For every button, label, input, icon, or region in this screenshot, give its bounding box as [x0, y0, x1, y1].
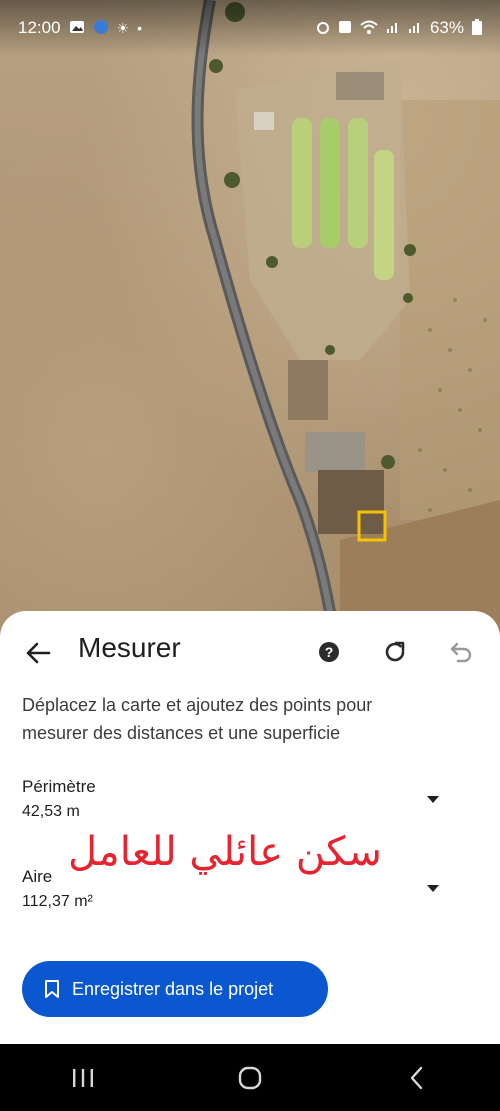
status-time: 12:00 [18, 18, 61, 37]
area-value: 112,37 m² [22, 893, 93, 910]
perimeter-label: Périmètre [22, 777, 96, 796]
arabic-overlay-text: سكن عائلي للعامل [68, 829, 382, 875]
map-imagery [191, 0, 500, 640]
help-icon: ? [319, 642, 339, 662]
navigation-bar [0, 1044, 500, 1111]
signal-icon [386, 20, 400, 36]
home-button[interactable] [220, 1056, 280, 1100]
home-icon [238, 1066, 262, 1089]
save-button-label: Enregistrer dans le projet [72, 978, 274, 999]
greenhouse [348, 118, 368, 248]
alarm-icon [316, 20, 330, 36]
sun-icon: ☀ [116, 20, 130, 36]
perimeter-metric: Périmètre 42,53 m [22, 777, 482, 821]
undo-icon [450, 642, 472, 663]
battery-text: 63% [429, 18, 464, 37]
greenhouse [292, 118, 312, 248]
save-to-project-button[interactable]: Enregistrer dans le projet [22, 961, 328, 1017]
battery-icon [472, 19, 482, 37]
measure-sheet: Mesurer ? Déplacez la carte et ajoutez d… [0, 611, 500, 1044]
status-bar: 12:00 ☀ • 63% [0, 0, 500, 56]
signal-icon [408, 20, 422, 36]
arrow-left-icon [26, 642, 51, 664]
greenhouse [320, 118, 340, 248]
chevron-left-icon [410, 1066, 422, 1089]
perimeter-value: 42,53 m [22, 803, 80, 820]
gallery-icon [69, 20, 85, 36]
help-button[interactable]: ? [314, 637, 344, 667]
perimeter-dropdown-icon[interactable] [426, 795, 440, 805]
back-button[interactable] [20, 635, 56, 671]
undo-button[interactable] [446, 637, 476, 667]
satellite-map[interactable] [0, 0, 500, 640]
dot-icon: • [137, 20, 143, 36]
app-icon [93, 19, 109, 37]
back-nav-button[interactable] [387, 1056, 447, 1100]
recent-apps-button[interactable] [53, 1056, 113, 1100]
instructions-text: Déplacez la carte et ajoutez des points … [22, 695, 373, 743]
refresh-button[interactable] [380, 637, 410, 667]
sheet-title: Mesurer [78, 632, 181, 663]
status-left: 12:00 ☀ • [18, 18, 142, 38]
sheet-header: Mesurer ? [0, 611, 500, 689]
refresh-icon [385, 641, 405, 662]
area-dropdown-icon[interactable] [426, 884, 440, 894]
nfc-icon [338, 20, 352, 36]
wifi-icon [360, 20, 378, 36]
status-right: 63% [316, 18, 482, 38]
greenhouse [374, 150, 394, 280]
recent-apps-icon [73, 1068, 94, 1087]
bookmark-icon [45, 980, 59, 998]
svg-text:?: ? [325, 644, 334, 660]
